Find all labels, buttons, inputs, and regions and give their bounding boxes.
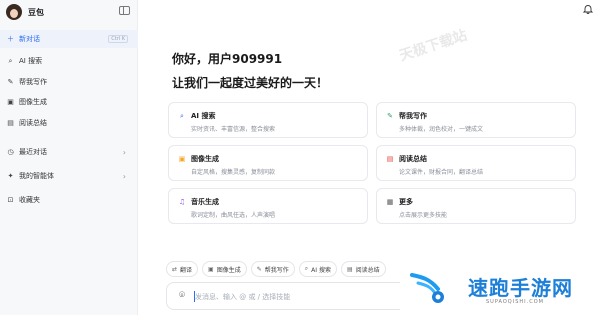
shortcut-badge: Ctrl K [108, 35, 128, 43]
chip-translate[interactable]: ⇄ 翻译 [166, 261, 199, 277]
image-icon: ▣ [7, 98, 14, 106]
chip-label: 帮我写作 [264, 266, 289, 274]
card-title: 更多 [399, 198, 413, 206]
bookmark-icon: ⊡ [7, 196, 14, 204]
skill-card-more[interactable]: ▦ 更多 点击展示更多技能 [376, 188, 576, 224]
sidebar-item-label: 收藏夹 [19, 196, 40, 204]
book-icon: ▤ [7, 119, 14, 127]
image-icon: ▣ [178, 155, 186, 163]
promo-subtitle: SUPAOQISHI.COM [486, 299, 544, 305]
sidebar-item-agents[interactable]: ✦ 我的智能体 › [0, 167, 138, 185]
sidebar-item-label: AI 搜索 [19, 57, 43, 65]
music-icon: ♫ [178, 198, 186, 206]
chevron-right-icon: › [122, 171, 126, 181]
sparkle-icon: ✦ [7, 172, 14, 180]
chip-label: 翻译 [180, 266, 193, 274]
brand[interactable]: 豆包 [6, 4, 44, 20]
card-desc: 歌词定制，曲风任选，人声演唱 [191, 212, 276, 219]
watermark: 天极下载站 [397, 27, 470, 65]
skill-card-music[interactable]: ♫ 音乐生成 歌词定制，曲风任选，人声演唱 [168, 188, 368, 224]
card-desc: 实时资讯、丰富信源，整合搜索 [191, 126, 276, 133]
sidebar-item-reading[interactable]: ▤ 阅读总结 [0, 114, 138, 132]
search-icon: ⌕ [180, 111, 184, 120]
pen-icon: ✎ [7, 78, 14, 86]
search-icon: ⌕ [8, 56, 13, 65]
chip-ai-search[interactable]: ⌕ AI 搜索 [298, 261, 337, 277]
chip-writing[interactable]: ✎ 帮我写作 [250, 261, 295, 277]
sidebar-item-label: 图像生成 [19, 98, 47, 106]
card-title: 图像生成 [191, 155, 219, 163]
sidebar-item-ai-search[interactable]: ⌕ AI 搜索 [0, 52, 138, 70]
pen-icon: ✎ [387, 112, 393, 120]
grid-icon: ▦ [386, 198, 394, 206]
search-icon: ⌕ [304, 265, 309, 272]
card-desc: 多种体裁，润色校对，一键成文 [399, 126, 484, 133]
card-desc: 点击展示更多技能 [399, 212, 448, 219]
skill-card-image[interactable]: ▣ 图像生成 自定风格，搜集灵感，复制同款 [168, 145, 368, 181]
skill-card-ai-search[interactable]: ⌕ AI 搜索 实时资讯、丰富信源，整合搜索 [168, 102, 368, 138]
chip-image[interactable]: ▣ 图像生成 [202, 261, 247, 277]
chip-label: AI 搜索 [311, 266, 331, 274]
collapse-sidebar-icon[interactable] [119, 6, 130, 15]
promo-title: 速跑手游网 [468, 276, 573, 300]
app-window: 豆包 ＋ 新对话 Ctrl K ⌕ AI 搜索 ✎ 帮我写作 ▣ 图像生成 ▤ … [0, 0, 600, 315]
card-title: 帮我写作 [399, 112, 427, 120]
clock-icon: ◷ [7, 148, 14, 156]
message-input[interactable] [195, 291, 395, 303]
new-chat-button[interactable]: ＋ 新对话 Ctrl K [0, 30, 138, 48]
pen-icon: ✎ [256, 265, 262, 273]
chip-label: 阅读总结 [355, 266, 380, 274]
attachment-icon[interactable]: ⌾ [179, 290, 185, 301]
card-title: AI 搜索 [191, 112, 216, 120]
app-name: 豆包 [28, 7, 44, 17]
skill-card-reading[interactable]: ▤ 阅读总结 论文课件，财报合同，翻译总结 [376, 145, 576, 181]
sidebar-item-label: 阅读总结 [19, 119, 47, 127]
chip-label: 图像生成 [216, 266, 241, 274]
book-icon: ▤ [386, 155, 394, 163]
greeting-title: 你好，用户909991 [172, 52, 283, 66]
sidebar-item-writing[interactable]: ✎ 帮我写作 [0, 73, 138, 91]
book-icon: ▤ [346, 265, 353, 273]
rocket-logo-icon [410, 273, 444, 303]
quick-skill-chips: ⇄ 翻译 ▣ 图像生成 ✎ 帮我写作 ⌕ AI 搜索 ▤ 阅读总结 [166, 261, 386, 277]
sidebar-item-recent[interactable]: ◷ 最近对话 › [0, 143, 138, 161]
sidebar: 豆包 ＋ 新对话 Ctrl K ⌕ AI 搜索 ✎ 帮我写作 ▣ 图像生成 ▤ … [0, 0, 138, 315]
image-icon: ▣ [208, 265, 214, 273]
chip-reading[interactable]: ▤ 阅读总结 [340, 261, 386, 277]
sidebar-item-image[interactable]: ▣ 图像生成 [0, 93, 138, 111]
card-desc: 论文课件，财报合同，翻译总结 [399, 169, 484, 176]
skill-card-writing[interactable]: ✎ 帮我写作 多种体裁，润色校对，一键成文 [376, 102, 576, 138]
promo-logo: 速跑手游网 SUPAOQISHI.COM [400, 263, 600, 315]
chevron-right-icon: › [122, 147, 126, 157]
plus-icon: ＋ [7, 35, 14, 43]
greeting-subtitle: 让我们一起度过美好的一天！ [172, 76, 329, 90]
card-desc: 自定风格，搜集灵感，复制同款 [191, 169, 276, 176]
sidebar-item-favorites[interactable]: ⊡ 收藏夹 [0, 191, 138, 209]
new-chat-label: 新对话 [19, 35, 40, 43]
sidebar-item-label: 最近对话 [19, 148, 47, 156]
card-title: 阅读总结 [399, 155, 427, 163]
sidebar-item-label: 帮我写作 [19, 78, 47, 86]
bell-icon[interactable] [583, 4, 593, 14]
card-title: 音乐生成 [191, 198, 219, 206]
sidebar-item-label: 我的智能体 [19, 172, 54, 180]
translate-icon: ⇄ [172, 265, 178, 273]
avatar [6, 4, 22, 20]
